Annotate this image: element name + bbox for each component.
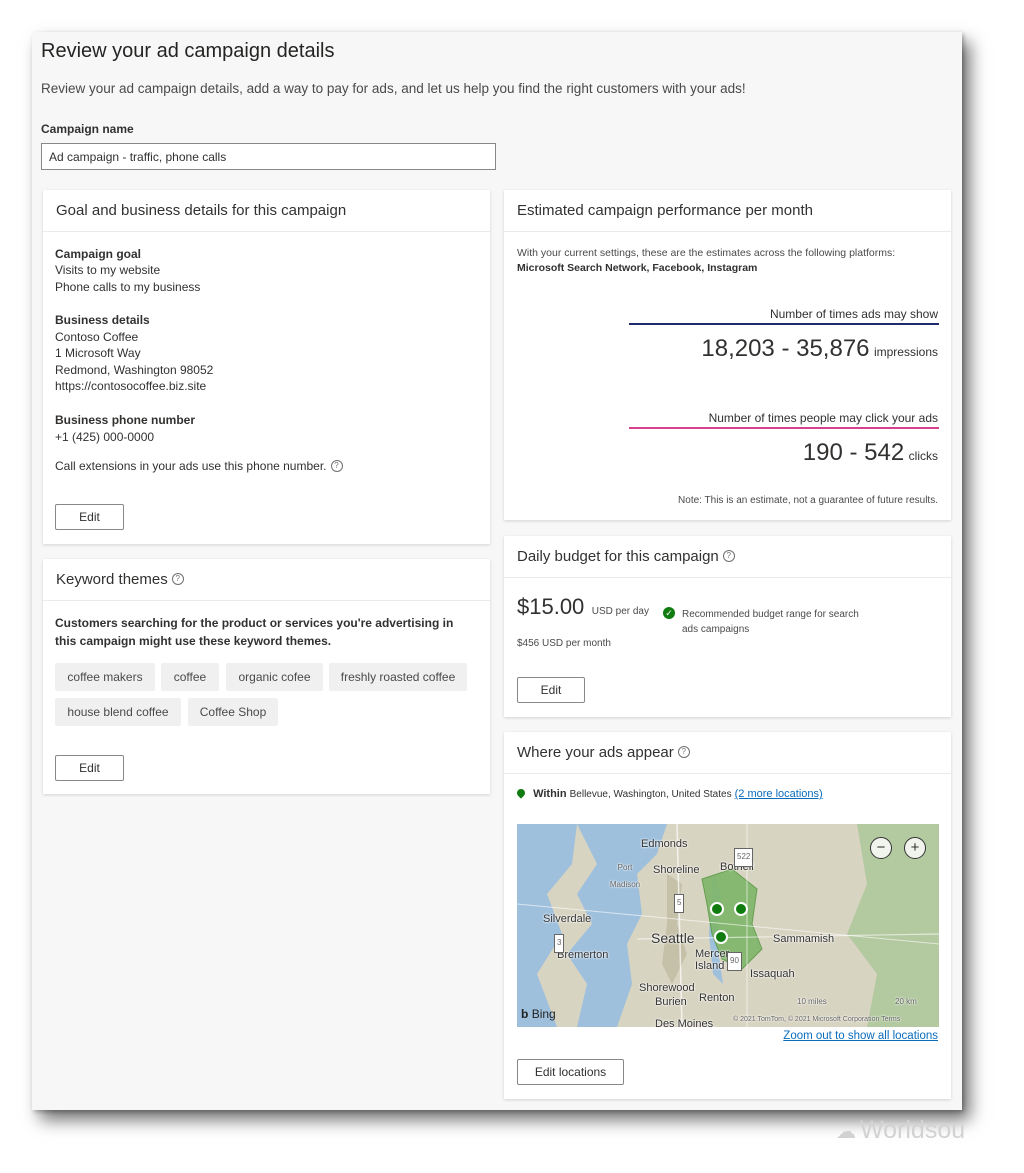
map-scale-miles: 10 miles — [797, 997, 827, 1006]
wechat-icon: ☁ — [836, 1121, 856, 1143]
page-subtitle: Review your ad campaign details, add a w… — [41, 81, 746, 96]
more-locations-link[interactable]: (2 more locations) — [735, 788, 823, 800]
call-extension-note: Call extensions in your ads use this pho… — [55, 458, 343, 475]
clicks-value: 190 - 542 — [802, 439, 905, 466]
performance-platforms: Microsoft Search Network, Facebook, Inst… — [517, 262, 758, 274]
business-address: 1 Microsoft Way — [55, 346, 141, 360]
map-label: Bremerton — [557, 949, 609, 961]
location-card: Where your ads appear? Within Bellevue, … — [504, 732, 951, 1099]
map-terms-link[interactable]: Terms — [881, 1016, 900, 1023]
estimate-note: Note: This is an estimate, not a guarant… — [678, 495, 938, 506]
map-copyright-text: © 2021 TomTom, © 2021 Microsoft Corporat… — [733, 1016, 880, 1023]
road-shield: 5 — [674, 894, 685, 913]
location-title-text: Where your ads appear — [517, 744, 674, 761]
business-city: Redmond, Washington 98052 — [55, 363, 214, 377]
road-shield: 90 — [727, 952, 742, 971]
checkmark-icon: ✓ — [663, 607, 675, 619]
impressions-value: 18,203 - 35,876 — [701, 335, 870, 362]
phone-heading: Business phone number — [55, 413, 196, 427]
location-map[interactable]: Edmonds Port Madison Shoreline Bothell S… — [517, 824, 939, 1027]
edit-locations-button[interactable]: Edit locations — [517, 1059, 624, 1085]
call-extension-text: Call extensions in your ads use this pho… — [55, 459, 327, 473]
help-icon[interactable]: ? — [722, 550, 735, 562]
map-label: Silverdale — [543, 913, 592, 925]
map-pin-icon — [515, 787, 527, 799]
location-card-title: Where your ads appear? — [517, 744, 690, 761]
help-icon[interactable]: ? — [330, 460, 343, 472]
goal-card-title: Goal and business details for this campa… — [56, 202, 347, 219]
performance-intro: With your current settings, these are th… — [517, 247, 896, 259]
map-label: Shorewood — [639, 982, 695, 994]
impressions-label: Number of times ads may show — [769, 307, 938, 321]
keyword-chip: coffee makers — [55, 663, 155, 691]
clicks-label: Number of times people may click your ad… — [708, 411, 938, 425]
business-details-heading: Business details — [55, 313, 150, 327]
budget-amount: $15.00 — [517, 594, 585, 619]
clicks-estimate: 190 - 542 clicks — [803, 439, 938, 467]
map-label: Issaquah — [750, 968, 795, 980]
impressions-estimate: 18,203 - 35,876 impressions — [701, 335, 938, 363]
goal-item: Phone calls to my business — [55, 280, 201, 294]
impressions-unit: impressions — [873, 345, 938, 359]
edit-keywords-button[interactable]: Edit — [55, 755, 124, 781]
performance-card: Estimated campaign performance per month… — [504, 190, 951, 520]
keyword-chip: house blend coffee — [55, 698, 181, 726]
map-label: Seattle — [651, 930, 695, 946]
budget-unit: USD per day — [591, 606, 649, 617]
budget-recommendation: Recommended budget range for search ads … — [682, 609, 859, 635]
budget-amount-row: $15.00 USD per day — [517, 594, 649, 620]
campaign-goal-heading: Campaign goal — [55, 247, 142, 261]
location-name: Bellevue, Washington, United States — [569, 789, 732, 800]
map-label: Shoreline — [653, 864, 700, 876]
help-icon[interactable]: ? — [677, 746, 690, 758]
map-label: Port Madison — [609, 863, 641, 889]
budget-title-text: Daily budget for this campaign — [517, 548, 719, 565]
edit-goal-button[interactable]: Edit — [55, 504, 124, 530]
bing-logo: b Bing — [521, 1007, 556, 1021]
within-label: Within — [533, 788, 567, 800]
zoom-out-all-link[interactable]: Zoom out to show all locations — [783, 1030, 938, 1042]
zoom-out-icon[interactable]: − — [870, 837, 892, 859]
keyword-chip: coffee — [161, 663, 219, 691]
map-label: Edmonds — [641, 838, 688, 850]
business-name: Contoso Coffee — [55, 330, 139, 344]
business-website: https://contosocoffee.biz.site — [55, 379, 207, 393]
help-icon[interactable]: ? — [171, 573, 184, 585]
keyword-card: Keyword themes? Customers searching for … — [43, 559, 490, 794]
phone-number: +1 (425) 000-0000 — [55, 430, 155, 444]
page-title: Review your ad campaign details — [41, 40, 335, 62]
keyword-title-text: Keyword themes — [56, 571, 168, 588]
keyword-description: Customers searching for the product or s… — [55, 616, 454, 648]
keyword-card-title: Keyword themes? — [56, 571, 184, 588]
bing-brand-text: Bing — [531, 1007, 556, 1021]
map-scale-km: 20 km — [895, 997, 917, 1006]
campaign-name-label: Campaign name — [41, 122, 134, 136]
location-row: Within Bellevue, Washington, United Stat… — [515, 787, 823, 800]
map-label: Sammamish — [773, 933, 835, 945]
clicks-bar — [629, 427, 939, 429]
road-shield: 522 — [734, 848, 754, 867]
watermark-text: Worldsou — [860, 1116, 966, 1144]
road-shield: 3 — [554, 934, 565, 953]
budget-card: Daily budget for this campaign? $15.00 U… — [504, 536, 951, 717]
budget-card-title: Daily budget for this campaign? — [517, 548, 735, 565]
campaign-name-input[interactable] — [41, 143, 496, 170]
review-panel: Review your ad campaign details Review y… — [32, 32, 962, 1110]
map-label: Des Moines — [655, 1018, 714, 1027]
map-label: Burien — [655, 996, 687, 1008]
goal-item: Visits to my website — [55, 263, 161, 277]
performance-card-title: Estimated campaign performance per month — [517, 202, 813, 219]
budget-monthly: $456 USD per month — [517, 638, 611, 649]
watermark: ☁ Worldsou — [836, 1116, 965, 1145]
zoom-in-icon[interactable]: + — [904, 837, 926, 859]
map-copyright: © 2021 TomTom, © 2021 Microsoft Corporat… — [733, 1012, 900, 1027]
keyword-chip: freshly roasted coffee — [329, 663, 467, 691]
goal-card: Goal and business details for this campa… — [43, 190, 490, 544]
map-label: Renton — [699, 992, 735, 1004]
impressions-bar — [629, 323, 939, 325]
edit-budget-button[interactable]: Edit — [517, 677, 585, 703]
keyword-chip: Coffee Shop — [188, 698, 278, 726]
clicks-unit: clicks — [908, 449, 938, 463]
keyword-chip: organic cofee — [226, 663, 323, 691]
